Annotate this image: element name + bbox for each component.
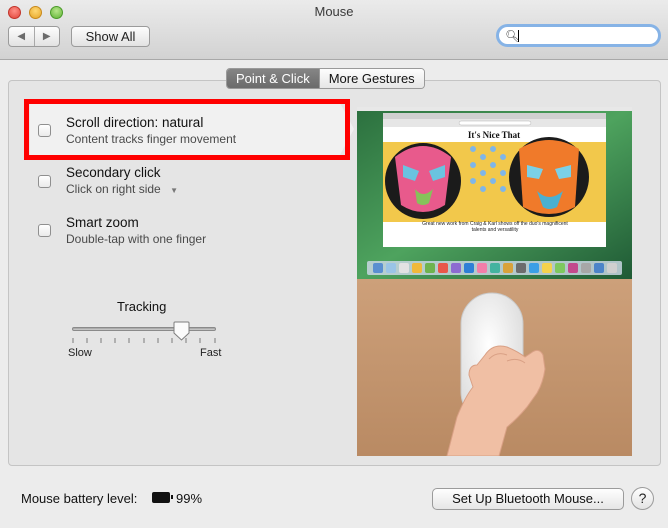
chevron-down-icon: ▼ <box>170 186 178 195</box>
forward-arrow-icon[interactable]: ▶ <box>33 27 60 46</box>
text-cursor <box>518 30 519 42</box>
tracking-min-label: Slow <box>68 347 92 359</box>
battery-icon <box>152 492 173 503</box>
option-smart-zoom[interactable]: Smart zoom Double-tap with one finger <box>38 214 338 254</box>
smart-zoom-checkbox[interactable] <box>38 224 51 237</box>
show-all-button[interactable]: Show All <box>71 26 150 47</box>
set-up-bluetooth-mouse-button[interactable]: Set Up Bluetooth Mouse... <box>432 488 624 510</box>
option-subtitle: Double-tap with one finger <box>66 232 207 246</box>
option-subtitle: Click on right side <box>66 182 161 196</box>
search-field[interactable]: 🔍︎ <box>496 24 661 47</box>
tracking-slider-track[interactable] <box>72 327 216 331</box>
option-title: Smart zoom <box>66 215 139 230</box>
preview-caption: Great new work from Craig & Karl shows o… <box>422 221 568 233</box>
preview-site-title: It's Nice That <box>468 130 520 140</box>
back-forward-control: ◀ ▶ <box>8 26 60 47</box>
tab-point-and-click[interactable]: Point & Click <box>227 69 319 88</box>
option-secondary-click[interactable]: Secondary click Click on right side ▼ <box>38 164 338 204</box>
window-title: Mouse <box>314 4 354 19</box>
battery-level-value: 99% <box>176 491 203 506</box>
gesture-preview-video: It's Nice That Great new work from Craig… <box>357 107 632 456</box>
tracking-slider-ticks <box>72 338 216 343</box>
option-title: Secondary click <box>66 165 161 180</box>
tracking-max-label: Fast <box>200 347 222 359</box>
highlight-annotation <box>24 99 350 160</box>
title-bar: Mouse ◀ ▶ Show All 🔍︎ <box>0 0 668 60</box>
tracking-label: Tracking <box>117 299 167 314</box>
help-button[interactable]: ? <box>631 487 654 510</box>
battery-level-label: Mouse battery level: <box>21 491 138 506</box>
secondary-click-dropdown[interactable]: Click on right side ▼ <box>66 182 178 196</box>
secondary-click-checkbox[interactable] <box>38 175 51 188</box>
tab-more-gestures[interactable]: More Gestures <box>318 69 424 88</box>
tab-bar: Point & Click More Gestures <box>226 68 425 89</box>
back-arrow-icon[interactable]: ◀ <box>9 27 34 46</box>
tracking-slider-thumb[interactable] <box>173 321 190 341</box>
